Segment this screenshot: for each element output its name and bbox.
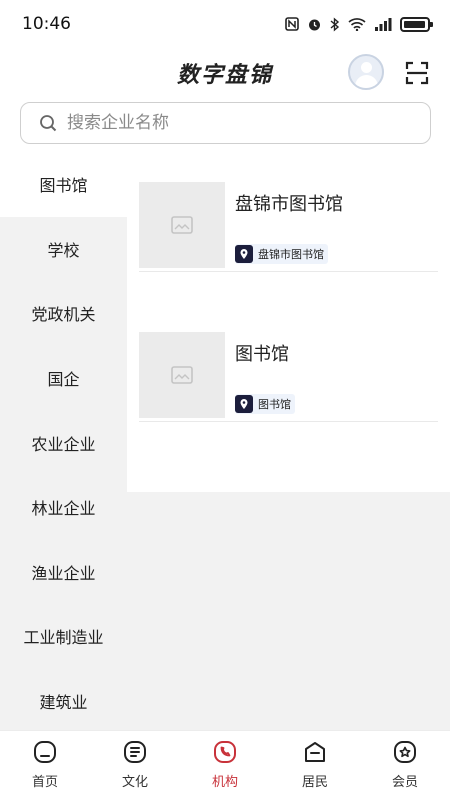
search-icon: [40, 115, 57, 132]
nfc-icon: [285, 17, 299, 31]
category-item-construction[interactable]: 建筑业: [0, 669, 127, 730]
bluetooth-icon: [330, 16, 340, 32]
org-tag-label: 盘锦市图书馆: [258, 248, 324, 261]
org-list: 盘锦市图书馆 盘锦市图书馆 图书馆 图书馆: [127, 152, 450, 492]
tab-institution[interactable]: 机构: [180, 731, 270, 800]
image-placeholder-icon: [171, 366, 193, 384]
tab-label: 机构: [211, 775, 238, 790]
tab-label: 居民: [301, 775, 328, 790]
search-bar[interactable]: [20, 102, 431, 144]
content-area: 图书馆 学校 党政机关 国企 农业企业 林业企业 渔业企业 工业制造业 建筑业 …: [0, 152, 450, 730]
residents-icon: [305, 742, 325, 762]
status-icons: [285, 16, 433, 32]
category-item-government[interactable]: 党政机关: [0, 281, 127, 346]
page-title: 数字盘锦: [176, 62, 273, 88]
tab-culture[interactable]: 文化: [90, 731, 180, 800]
org-name: 图书馆: [235, 344, 289, 365]
app-header: 数字盘锦: [0, 48, 450, 98]
institution-icon: [214, 741, 236, 763]
location-pin-icon: [235, 245, 253, 263]
signal-icon: [375, 18, 392, 31]
member-icon: [394, 741, 416, 763]
status-bar: 10:46: [0, 0, 450, 48]
org-tag: 图书馆: [235, 394, 295, 414]
location-pin-icon: [235, 395, 253, 413]
org-thumbnail: [139, 332, 225, 418]
tab-label: 文化: [121, 775, 148, 790]
category-item-library[interactable]: 图书馆: [0, 152, 127, 217]
search-input[interactable]: [67, 113, 397, 133]
org-card[interactable]: 盘锦市图书馆 盘锦市图书馆: [139, 152, 438, 272]
category-item-state-owned[interactable]: 国企: [0, 346, 127, 411]
home-icon: [34, 741, 56, 763]
culture-icon: [124, 741, 146, 763]
tab-member[interactable]: 会员: [360, 731, 450, 800]
category-item-manufacturing[interactable]: 工业制造业: [0, 604, 127, 669]
bottom-tab-bar: 首页 文化 机构 居民 会员: [0, 730, 450, 800]
category-item-forestry[interactable]: 林业企业: [0, 475, 127, 540]
tab-label: 会员: [391, 775, 418, 790]
battery-icon: [400, 16, 433, 32]
org-thumbnail: [139, 182, 225, 268]
category-sidebar: 图书馆 学校 党政机关 国企 农业企业 林业企业 渔业企业 工业制造业 建筑业: [0, 152, 127, 730]
category-item-fishery[interactable]: 渔业企业: [0, 540, 127, 605]
alarm-icon: [309, 19, 320, 30]
status-time: 10:46: [22, 14, 71, 34]
scan-icon[interactable]: [404, 60, 430, 86]
image-placeholder-icon: [171, 216, 193, 234]
avatar[interactable]: [348, 54, 384, 90]
tab-residents[interactable]: 居民: [270, 731, 360, 800]
category-item-school[interactable]: 学校: [0, 217, 127, 282]
wifi-icon: [348, 18, 366, 31]
tab-home[interactable]: 首页: [0, 731, 90, 800]
category-item-agriculture[interactable]: 农业企业: [0, 410, 127, 475]
org-tag-label: 图书馆: [258, 398, 291, 411]
org-card[interactable]: 图书馆 图书馆: [139, 302, 438, 422]
org-name: 盘锦市图书馆: [235, 194, 343, 215]
org-tag: 盘锦市图书馆: [235, 244, 328, 264]
tab-label: 首页: [31, 775, 58, 790]
